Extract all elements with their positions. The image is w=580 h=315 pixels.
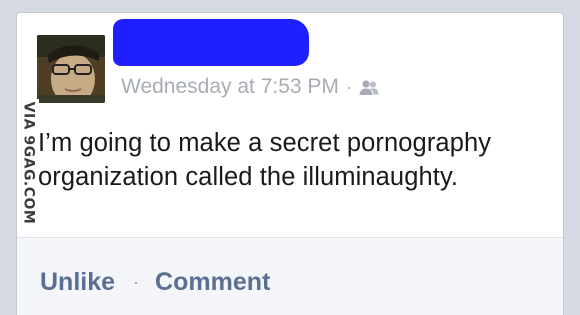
watermark-text: VIA 9GAG.COM bbox=[20, 101, 36, 225]
comment-button[interactable]: Comment bbox=[155, 268, 270, 297]
post-text: I’m going to make a secret pornography o… bbox=[38, 129, 492, 191]
post-card: Wednesday at 7:53 PM · VIA 9GAG.COM I’m … bbox=[16, 12, 564, 315]
friends-icon[interactable] bbox=[358, 79, 380, 97]
action-separator: · bbox=[133, 272, 140, 292]
post-actions-bar: Unlike · Comment bbox=[17, 237, 563, 315]
avatar[interactable] bbox=[37, 35, 105, 103]
unlike-button[interactable]: Unlike bbox=[40, 268, 115, 297]
post-timestamp[interactable]: Wednesday at 7:53 PM bbox=[121, 75, 339, 99]
author-name-redacted bbox=[113, 19, 309, 66]
watermark: VIA 9GAG.COM bbox=[17, 99, 39, 227]
meta-separator: · bbox=[345, 76, 352, 97]
post-meta: Wednesday at 7:53 PM · bbox=[121, 75, 380, 99]
